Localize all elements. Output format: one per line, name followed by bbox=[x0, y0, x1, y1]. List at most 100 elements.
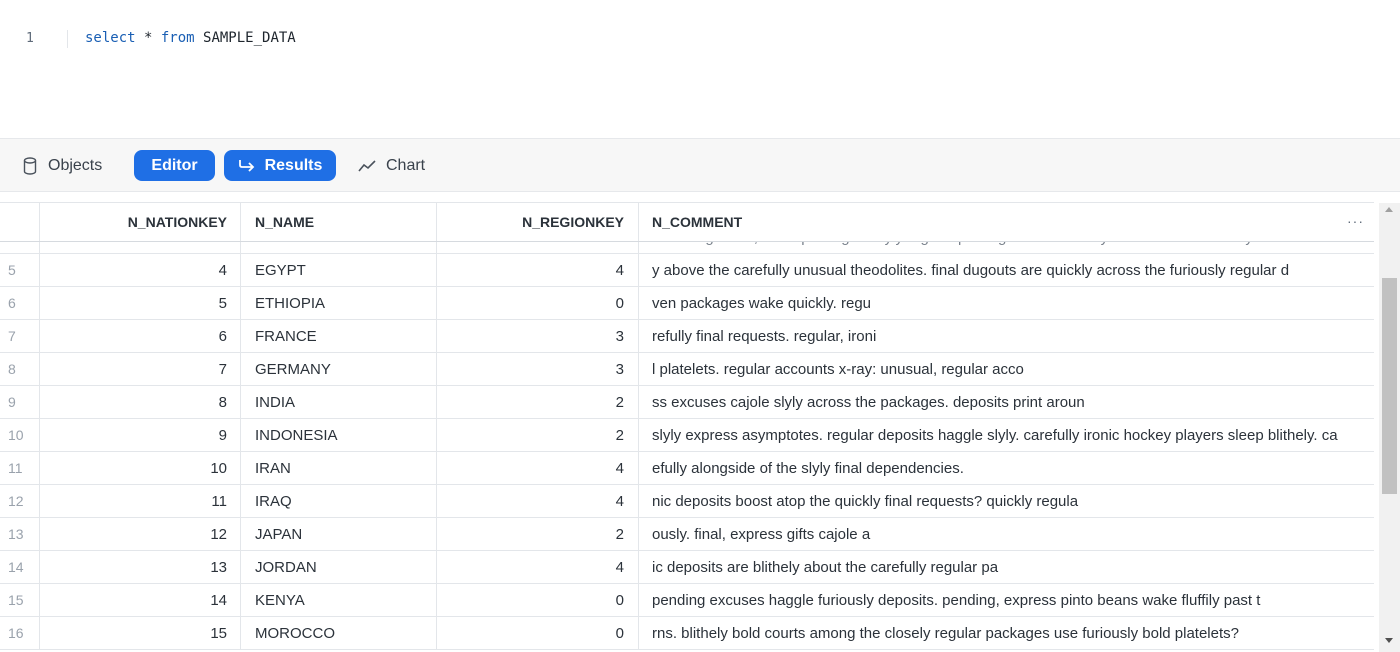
keyword-select: select bbox=[85, 30, 136, 46]
cell-n-comment[interactable]: ic deposits are blithely about the caref… bbox=[638, 551, 1374, 583]
code-line[interactable]: 1 select * from SAMPLE_DATA bbox=[0, 28, 1400, 50]
cell-n-comment[interactable]: pending excuses haggle furiously deposit… bbox=[638, 584, 1374, 616]
cell-n-nationkey[interactable]: 8 bbox=[39, 386, 240, 418]
cell-n-nationkey[interactable]: 4 bbox=[39, 254, 240, 286]
editor-toggle-button[interactable]: Editor bbox=[134, 150, 215, 181]
cell-n-regionkey[interactable]: 1 bbox=[436, 242, 638, 253]
table-row[interactable]: 13 12 JAPAN 2 ously. final, express gift… bbox=[0, 518, 1374, 551]
cell-n-comment[interactable]: refully final requests. regular, ironi bbox=[638, 320, 1374, 352]
table-row[interactable]: 11 10 IRAN 4 efully alongside of the sly… bbox=[0, 452, 1374, 485]
cell-n-regionkey[interactable]: 4 bbox=[436, 254, 638, 286]
cell-n-nationkey[interactable]: 15 bbox=[39, 617, 240, 649]
row-number: 8 bbox=[8, 361, 16, 377]
cell-n-name[interactable]: IRAN bbox=[240, 452, 436, 484]
cell-n-nationkey[interactable]: 7 bbox=[39, 353, 240, 385]
cell-n-nationkey[interactable]: 13 bbox=[39, 551, 240, 583]
cell-n-comment[interactable]: ously. final, express gifts cajole a bbox=[638, 518, 1374, 550]
cell-n-nationkey[interactable]: 14 bbox=[39, 584, 240, 616]
cell-n-regionkey[interactable]: 4 bbox=[436, 452, 638, 484]
cell-n-name[interactable]: JAPAN bbox=[240, 518, 436, 550]
cell-n-regionkey[interactable]: 0 bbox=[436, 584, 638, 616]
results-label: Results bbox=[264, 156, 323, 174]
table-row[interactable]: 3 CANADA 1 eas hang ironic, silent packa… bbox=[0, 242, 1374, 254]
table-row[interactable]: 8 7 GERMANY 3 l platelets. regular accou… bbox=[0, 353, 1374, 386]
row-number: 5 bbox=[8, 262, 16, 278]
row-number: 9 bbox=[8, 394, 16, 410]
cell-n-regionkey[interactable]: 0 bbox=[436, 617, 638, 649]
cell-n-name[interactable]: CANADA bbox=[240, 242, 436, 253]
table-row[interactable]: 16 15 MOROCCO 0 rns. blithely bold court… bbox=[0, 617, 1374, 650]
cell-n-nationkey[interactable]: 10 bbox=[39, 452, 240, 484]
query-table-name: SAMPLE_DATA bbox=[194, 30, 296, 46]
cell-n-name[interactable]: IRAQ bbox=[240, 485, 436, 517]
row-number: 12 bbox=[8, 493, 24, 509]
column-header-n-nationkey[interactable]: N_NATIONKEY bbox=[39, 203, 240, 241]
return-arrow-icon bbox=[238, 159, 254, 172]
cell-n-comment[interactable]: rns. blithely bold courts among the clos… bbox=[638, 617, 1374, 649]
row-number: 6 bbox=[8, 295, 16, 311]
table-row[interactable]: 7 6 FRANCE 3 refully final requests. reg… bbox=[0, 320, 1374, 353]
gutter-divider bbox=[67, 30, 68, 48]
cell-n-regionkey[interactable]: 3 bbox=[436, 353, 638, 385]
row-number bbox=[0, 242, 39, 253]
sql-query[interactable]: select * from SAMPLE_DATA bbox=[85, 30, 296, 46]
cell-n-name[interactable]: MOROCCO bbox=[240, 617, 436, 649]
table-row[interactable]: 12 11 IRAQ 4 nic deposits boost atop the… bbox=[0, 485, 1374, 518]
cell-n-comment[interactable]: slyly express asymptotes. regular deposi… bbox=[638, 419, 1374, 451]
column-options-icon[interactable]: ··· bbox=[1347, 213, 1364, 229]
cell-n-regionkey[interactable]: 0 bbox=[436, 287, 638, 319]
cell-n-nationkey[interactable]: 11 bbox=[39, 485, 240, 517]
cell-n-comment[interactable]: l platelets. regular accounts x-ray: unu… bbox=[638, 353, 1374, 385]
cell-n-name[interactable]: JORDAN bbox=[240, 551, 436, 583]
cell-n-name[interactable]: EGYPT bbox=[240, 254, 436, 286]
table-row[interactable]: 14 13 JORDAN 4 ic deposits are blithely … bbox=[0, 551, 1374, 584]
cell-n-nationkey[interactable]: 12 bbox=[39, 518, 240, 550]
chart-label: Chart bbox=[386, 156, 426, 174]
scrollbar-thumb[interactable] bbox=[1382, 278, 1397, 494]
cell-n-name[interactable]: INDIA bbox=[240, 386, 436, 418]
grid-body: 3 CANADA 1 eas hang ironic, silent packa… bbox=[0, 242, 1374, 652]
cell-n-name[interactable]: KENYA bbox=[240, 584, 436, 616]
table-row[interactable]: 5 4 EGYPT 4 y above the carefully unusua… bbox=[0, 254, 1374, 287]
cell-n-name[interactable]: FRANCE bbox=[240, 320, 436, 352]
sql-editor[interactable]: 1 select * from SAMPLE_DATA bbox=[0, 0, 1400, 138]
cell-n-nationkey[interactable]: 9 bbox=[39, 419, 240, 451]
cell-n-nationkey[interactable]: 6 bbox=[39, 320, 240, 352]
cell-n-comment[interactable]: nic deposits boost atop the quickly fina… bbox=[638, 485, 1374, 517]
column-header-n-comment[interactable]: N_COMMENT bbox=[638, 203, 1374, 241]
cell-n-regionkey[interactable]: 4 bbox=[436, 551, 638, 583]
cell-n-comment[interactable]: efully alongside of the slyly final depe… bbox=[638, 452, 1374, 484]
cell-n-comment[interactable]: ven packages wake quickly. regu bbox=[638, 287, 1374, 319]
cell-n-nationkey[interactable]: 5 bbox=[39, 287, 240, 319]
scroll-down-arrow-icon[interactable] bbox=[1385, 638, 1393, 643]
cell-n-comment[interactable]: y above the carefully unusual theodolite… bbox=[638, 254, 1374, 286]
row-number: 11 bbox=[8, 460, 23, 476]
results-toolbar: Objects Editor Results Chart bbox=[0, 138, 1400, 192]
cell-n-nationkey[interactable]: 3 bbox=[39, 242, 240, 253]
scroll-up-arrow-icon[interactable] bbox=[1385, 207, 1393, 212]
vertical-scrollbar[interactable] bbox=[1379, 203, 1400, 652]
cell-n-regionkey[interactable]: 4 bbox=[436, 485, 638, 517]
objects-button[interactable]: Objects bbox=[22, 150, 102, 181]
cell-n-name[interactable]: INDONESIA bbox=[240, 419, 436, 451]
results-toggle-button[interactable]: Results bbox=[224, 150, 336, 181]
column-header-n-name[interactable]: N_NAME bbox=[240, 203, 436, 241]
row-number: 16 bbox=[8, 625, 24, 641]
cell-n-name[interactable]: ETHIOPIA bbox=[240, 287, 436, 319]
table-row[interactable]: 9 8 INDIA 2 ss excuses cajole slyly acro… bbox=[0, 386, 1374, 419]
table-row[interactable]: 10 9 INDONESIA 2 slyly express asymptote… bbox=[0, 419, 1374, 452]
cell-n-regionkey[interactable]: 2 bbox=[436, 386, 638, 418]
cell-n-comment[interactable]: ss excuses cajole slyly across the packa… bbox=[638, 386, 1374, 418]
cell-n-regionkey[interactable]: 2 bbox=[436, 419, 638, 451]
cell-n-regionkey[interactable]: 3 bbox=[436, 320, 638, 352]
cell-n-comment[interactable]: eas hang ironic, silent packages. slyly … bbox=[638, 242, 1374, 253]
table-row[interactable]: 15 14 KENYA 0 pending excuses haggle fur… bbox=[0, 584, 1374, 617]
row-number: 10 bbox=[8, 427, 24, 443]
objects-label: Objects bbox=[48, 156, 103, 174]
cell-n-name[interactable]: GERMANY bbox=[240, 353, 436, 385]
column-header-n-regionkey[interactable]: N_REGIONKEY bbox=[436, 203, 638, 241]
query-wildcard: * bbox=[135, 30, 161, 46]
chart-button[interactable]: Chart bbox=[358, 150, 425, 181]
table-row[interactable]: 6 5 ETHIOPIA 0 ven packages wake quickly… bbox=[0, 287, 1374, 320]
cell-n-regionkey[interactable]: 2 bbox=[436, 518, 638, 550]
